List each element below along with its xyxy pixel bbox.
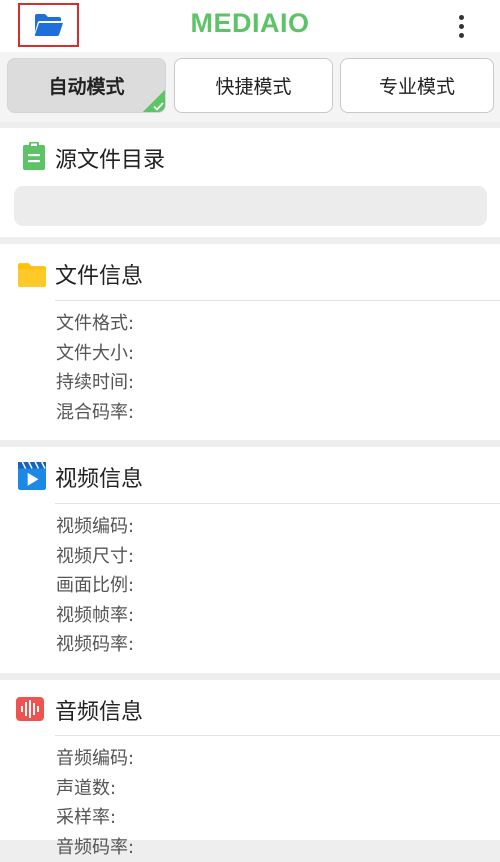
source-dir-field[interactable] [14, 186, 487, 226]
field-video-bitrate: 视频码率: [56, 630, 134, 660]
field-format: 文件格式: [56, 309, 134, 339]
more-vertical-icon [459, 15, 464, 20]
field-bitrate: 混合码率: [56, 398, 134, 428]
field-video-codec: 视频编码: [56, 512, 134, 542]
field-sample-rate: 采样率: [56, 803, 134, 833]
more-menu-button[interactable] [446, 10, 476, 42]
audio-info-section: 音频信息 音频编码: 声道数: 采样率: 音频码率: [0, 680, 500, 840]
field-size: 文件大小: [56, 339, 134, 369]
field-video-dimensions: 视频尺寸: [56, 542, 134, 572]
app-title: MEDIAIO [0, 8, 500, 39]
audio-wave-icon [16, 695, 44, 723]
video-info-section: 视频信息 视频编码: 视频尺寸: 画面比例: 视频帧率: 视频码率: [0, 447, 500, 673]
mode-tabs: 自动模式 快捷模式 专业模式 [0, 52, 500, 122]
tab-quick-mode[interactable]: 快捷模式 [174, 58, 333, 113]
source-dir-section: 源文件目录 [0, 128, 500, 237]
tab-pro-mode[interactable]: 专业模式 [340, 58, 494, 113]
clipboard-icon [20, 142, 48, 170]
field-frame-rate: 视频帧率: [56, 601, 134, 631]
tab-label: 自动模式 [48, 72, 124, 99]
file-info-fields: 文件格式: 文件大小: 持续时间: 混合码率: [56, 309, 134, 427]
field-duration: 持续时间: [56, 368, 134, 398]
file-info-section: 文件信息 文件格式: 文件大小: 持续时间: 混合码率: [0, 244, 500, 440]
field-audio-codec: 音频编码: [56, 744, 134, 774]
selected-check-icon [143, 90, 165, 112]
field-audio-bitrate: 音频码率: [56, 833, 134, 862]
top-app-bar: MEDIAIO [0, 0, 500, 52]
field-aspect-ratio: 画面比例: [56, 571, 134, 601]
video-play-icon [18, 462, 46, 490]
tab-label: 快捷模式 [215, 72, 291, 99]
section-title: 文件信息 [55, 258, 143, 290]
section-title: 音频信息 [55, 694, 143, 726]
section-title: 视频信息 [55, 461, 143, 493]
audio-info-fields: 音频编码: 声道数: 采样率: 音频码率: [56, 744, 134, 862]
tab-label: 专业模式 [379, 72, 455, 99]
divider [55, 300, 500, 301]
field-channels: 声道数: [56, 774, 134, 804]
tab-auto-mode[interactable]: 自动模式 [7, 58, 166, 113]
folder-icon [18, 261, 46, 289]
section-title: 源文件目录 [55, 142, 165, 174]
video-info-fields: 视频编码: 视频尺寸: 画面比例: 视频帧率: 视频码率: [56, 512, 134, 660]
divider [55, 735, 500, 736]
divider [55, 503, 500, 504]
